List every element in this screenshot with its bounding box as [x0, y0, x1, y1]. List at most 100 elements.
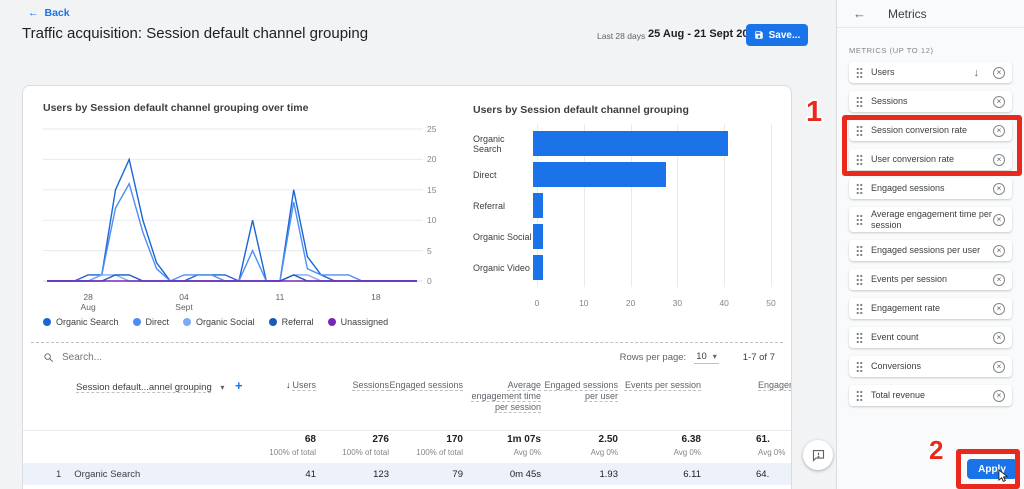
drag-handle-icon[interactable]	[856, 154, 863, 165]
drag-handle-icon[interactable]	[856, 214, 863, 225]
drag-handle-icon[interactable]	[856, 332, 863, 343]
metric-item-users[interactable]: Users ↓ ×	[849, 62, 1012, 83]
legend-item[interactable]: Unassigned	[327, 317, 388, 327]
table-toolbar: Rows per page: 10 ▾ 1-7 of 7	[23, 343, 791, 371]
page-title: Traffic acquisition: Session default cha…	[22, 25, 369, 42]
drag-handle-icon[interactable]	[856, 274, 863, 285]
sort-descending-icon: ↓	[285, 380, 291, 390]
column-header-engaged-sessions[interactable]: Engaged sessions	[389, 373, 463, 430]
bar-row: Direct	[473, 159, 771, 190]
legend-item[interactable]: Organic Search	[43, 317, 119, 327]
apply-button[interactable]: Apply	[967, 459, 1017, 482]
legend-item[interactable]: Direct	[132, 317, 169, 327]
table-header-row: Session default...annel grouping ▾ + ↓ Us…	[23, 373, 791, 431]
metric-item-event-count[interactable]: Event count ×	[849, 327, 1012, 348]
add-dimension-button[interactable]: +	[235, 378, 243, 393]
cell-avg-engagement-time: 0m 45s	[509, 468, 541, 480]
drag-handle-icon[interactable]	[856, 67, 863, 78]
bar-row: Organic Search	[473, 128, 771, 159]
pagination-status: 1-7 of 7	[742, 351, 775, 363]
drag-handle-icon[interactable]	[856, 361, 863, 372]
rows-per-page-select[interactable]: 10 ▾	[694, 350, 719, 364]
legend-item[interactable]: Organic Social	[183, 317, 255, 327]
cell-engagement-rate: 64.	[756, 468, 770, 480]
remove-metric-icon[interactable]: ×	[993, 331, 1005, 344]
column-header-events-per-session[interactable]: Events per session	[618, 373, 701, 430]
metric-item-sessions[interactable]: Sessions ×	[849, 91, 1012, 112]
remove-metric-icon[interactable]: ×	[993, 213, 1005, 226]
search-icon	[44, 352, 53, 362]
remove-metric-icon[interactable]: ×	[993, 389, 1005, 402]
back-arrow-icon: ←	[28, 7, 39, 19]
cell-engaged-sessions-per-user: 1.93	[599, 468, 619, 480]
metrics-panel: ← Metrics METRICS (UP TO 12) Users ↓ × S…	[836, 0, 1024, 489]
cursor-icon	[998, 469, 1009, 482]
totals-avg-engagement-time: 1m 07s Avg 0%	[507, 434, 541, 457]
panel-back-button[interactable]: ←	[853, 6, 866, 21]
metric-item-total-revenue[interactable]: Total revenue ×	[849, 385, 1012, 406]
bar-chart: Organic Search Direct Referral Organic S…	[473, 124, 772, 287]
column-header-users[interactable]: ↓ Users	[263, 373, 316, 430]
feedback-button[interactable]	[803, 440, 833, 470]
bar-category-label: Organic Social	[473, 231, 532, 242]
drag-handle-icon[interactable]	[856, 183, 863, 194]
metric-item-engagement-rate[interactable]: Engagement rate ×	[849, 298, 1012, 319]
metric-item-engaged-sessions[interactable]: Engaged sessions ×	[849, 178, 1012, 199]
bar[interactable]	[533, 224, 543, 249]
metric-item-events-per-session[interactable]: Events per session ×	[849, 269, 1012, 290]
metric-item-engaged-sessions-per-user[interactable]: Engaged sessions per user ×	[849, 240, 1012, 261]
totals-engagement-rate: 61. Avg 0%	[756, 434, 786, 457]
remove-metric-icon[interactable]: ×	[993, 95, 1005, 108]
remove-metric-icon[interactable]: ×	[993, 273, 1005, 286]
metric-item-session-conversion-rate[interactable]: Session conversion rate ×	[849, 120, 1012, 141]
drag-handle-icon[interactable]	[856, 96, 863, 107]
legend-dot-icon	[327, 318, 336, 326]
totals-engaged-sessions-per-user: 2.50 Avg 0%	[590, 434, 618, 457]
sort-descending-icon: ↓	[973, 66, 980, 79]
drag-handle-icon[interactable]	[856, 125, 863, 136]
table-row[interactable]: 1 Organic Search 41 123 79 0m 45s 1.93 6.…	[23, 463, 791, 485]
column-header-avg-engagement-time[interactable]: Average engagement time per session	[463, 373, 541, 430]
search-input[interactable]	[62, 351, 262, 363]
back-label: Back	[44, 7, 70, 19]
back-button[interactable]: ← Back	[28, 7, 70, 19]
bar[interactable]	[533, 193, 543, 218]
column-header-engagement-rate[interactable]: Engagement rate	[701, 373, 791, 430]
annotation-number-1: 1	[806, 96, 823, 128]
metric-item-conversions[interactable]: Conversions ×	[849, 356, 1012, 377]
metrics-section-label: METRICS (UP TO 12)	[849, 46, 934, 55]
bar-category-label: Organic Video	[473, 262, 530, 273]
drag-handle-icon[interactable]	[856, 303, 863, 314]
save-button[interactable]: Save...	[746, 24, 808, 46]
bar-chart-x-axis: 0 10 20 30 40 50	[534, 298, 776, 308]
remove-metric-icon[interactable]: ×	[993, 124, 1005, 137]
remove-metric-icon[interactable]: ×	[993, 153, 1005, 166]
remove-metric-icon[interactable]: ×	[993, 182, 1005, 195]
date-range-picker[interactable]: 25 Aug - 21 Sept 2022	[648, 28, 761, 40]
remove-metric-icon[interactable]: ×	[993, 302, 1005, 315]
bar[interactable]	[533, 162, 667, 187]
table-totals-row: 68 100% of total 276 100% of total 170 100%…	[23, 431, 791, 463]
remove-metric-icon[interactable]: ×	[993, 360, 1005, 373]
metric-item-user-conversion-rate[interactable]: User conversion rate ×	[849, 149, 1012, 170]
column-header-engaged-sessions-per-user[interactable]: Engaged sessions per user	[541, 373, 618, 430]
remove-metric-icon[interactable]: ×	[993, 66, 1005, 79]
row-index: 1	[56, 468, 62, 480]
bar[interactable]	[533, 131, 729, 156]
legend-dot-icon	[43, 318, 51, 326]
dimension-column-header[interactable]: Session default...annel grouping ▾ +	[23, 373, 263, 430]
rows-per-page-label: Rows per page:	[619, 351, 687, 363]
legend-item[interactable]: Referral	[268, 317, 314, 327]
metric-item-avg-engagement-time[interactable]: Average engagement time per session ×	[849, 207, 1012, 232]
drag-handle-icon[interactable]	[856, 245, 863, 256]
chevron-down-icon[interactable]: ▾	[220, 383, 224, 392]
totals-events-per-session: 6.38 Avg 0%	[673, 434, 701, 457]
panel-title: Metrics	[888, 6, 927, 21]
chevron-down-icon: ▾	[712, 352, 717, 361]
cell-sessions: 123	[373, 468, 389, 480]
remove-metric-icon[interactable]: ×	[993, 244, 1005, 257]
drag-handle-icon[interactable]	[856, 390, 863, 401]
search-box[interactable]	[43, 351, 620, 363]
column-header-sessions[interactable]: Sessions	[316, 373, 389, 430]
bar[interactable]	[533, 255, 543, 280]
